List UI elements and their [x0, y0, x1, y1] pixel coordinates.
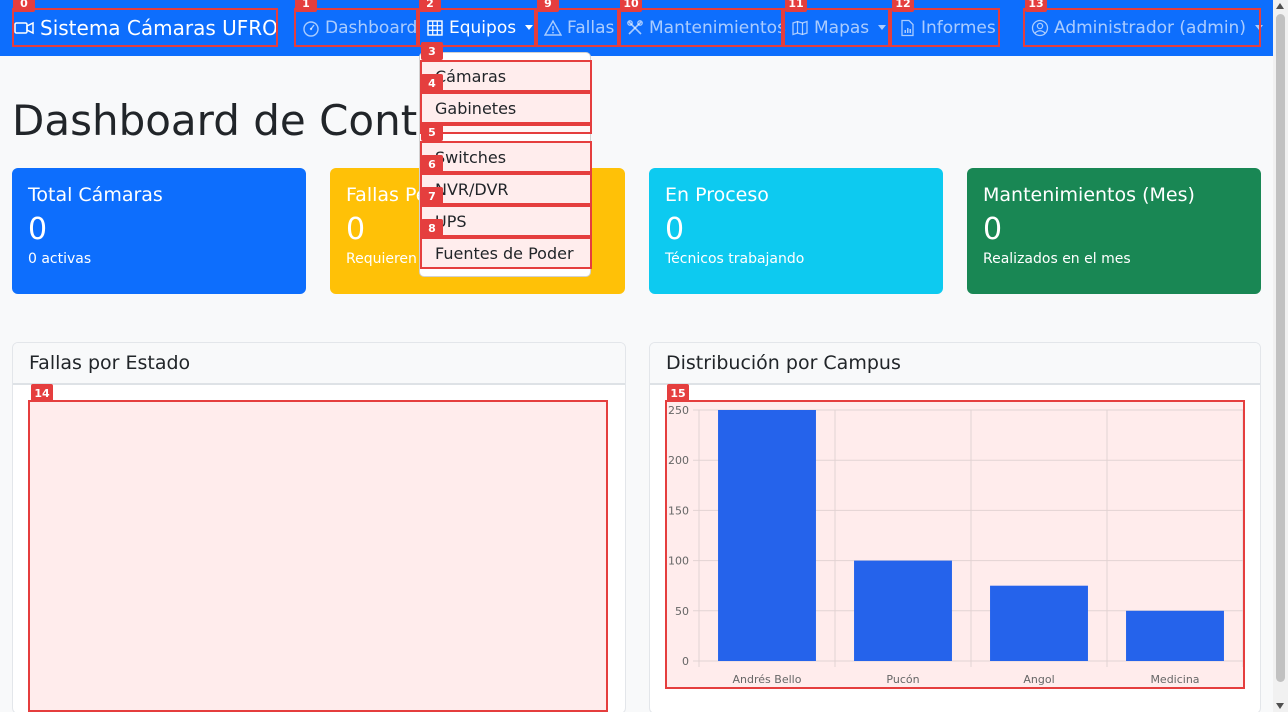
panel-title: Fallas por Estado	[13, 343, 625, 385]
user-menu[interactable]: Administrador (admin)	[1023, 8, 1263, 47]
nav-mantenimientos-label: Mantenimientos	[649, 17, 786, 38]
card-title: Mantenimientos (Mes)	[983, 184, 1195, 206]
fallas-estado-chart[interactable]	[28, 400, 608, 712]
dropdown-item-ups[interactable]: UPS	[420, 205, 592, 237]
card-value: 0	[983, 212, 1003, 247]
annotation-badge: 13	[1025, 0, 1047, 12]
dropdown-item-switches[interactable]: Switches	[420, 141, 592, 173]
x-tick-label: Medicina	[1150, 673, 1199, 686]
card-mantenimientos-mes: Mantenimientos (Mes) 0 Realizados en el …	[967, 168, 1261, 294]
page-scrollbar[interactable]	[1273, 0, 1288, 712]
x-tick-label: Andrés Bello	[733, 673, 802, 686]
campus-bar-chart[interactable]: 0 50 100 150 200 250 Andrés Bello Pucón Angol Med…	[665, 400, 1245, 689]
chevron-down-icon	[525, 25, 534, 30]
nav-dashboard-label: Dashboard	[325, 17, 418, 38]
nav-mapas[interactable]: Mapas	[783, 8, 890, 47]
nav-dashboard[interactable]: Dashboard	[294, 8, 418, 47]
warning-icon	[544, 19, 562, 37]
chevron-down-icon	[1254, 25, 1263, 30]
nav-mantenimientos[interactable]: Mantenimientos	[619, 8, 786, 47]
card-value: 0	[665, 212, 685, 247]
brand-link[interactable]: Sistema Cámaras UFRO	[12, 8, 278, 47]
card-en-proceso: En Proceso 0 Técnicos trabajando	[649, 168, 943, 294]
annotation-badge: 8	[421, 219, 443, 237]
bar-medicina	[1126, 610, 1224, 661]
page-title: Dashboard de Control	[12, 96, 471, 145]
video-camera-icon	[14, 18, 34, 38]
speedometer-icon	[302, 19, 320, 37]
bar-angol	[990, 585, 1088, 661]
chevron-down-icon	[878, 25, 887, 30]
brand-label: Sistema Cámaras UFRO	[40, 15, 278, 40]
annotation-badge: 10	[620, 0, 642, 12]
annotation-badge: 7	[421, 187, 443, 205]
nav-equipos-label: Equipos	[449, 17, 517, 38]
x-tick-label: Pucón	[886, 673, 919, 686]
dropdown-divider[interactable]	[420, 124, 592, 134]
campus-chart-svg: 0 50 100 150 200 250 Andrés Bello Pucón Angol Med…	[668, 404, 1244, 686]
annotation-badge: 0	[13, 0, 35, 12]
y-tick-label: 150	[668, 504, 689, 517]
annotation-badge: 12	[892, 0, 914, 12]
annotation-badge: 3	[421, 42, 443, 60]
scroll-down-icon[interactable]	[1276, 703, 1284, 709]
card-title: Total Cámaras	[28, 184, 163, 206]
scroll-thumb[interactable]	[1276, 14, 1285, 682]
dropdown-item-fuentes-de-poder[interactable]: Fuentes de Poder	[420, 237, 592, 269]
annotation-badge: 14	[31, 384, 53, 402]
y-tick-label: 250	[668, 404, 689, 417]
card-subtitle: Realizados en el mes	[983, 251, 1131, 267]
y-tick-label: 200	[668, 454, 689, 467]
y-tick-label: 0	[682, 655, 689, 668]
tools-icon	[626, 19, 644, 37]
card-total-camaras: Total Cámaras 0 0 activas	[12, 168, 306, 294]
annotation-badge: 4	[421, 74, 443, 92]
card-title: En Proceso	[665, 184, 769, 206]
user-menu-label: Administrador (admin)	[1054, 17, 1246, 38]
bar-andrés-bello	[718, 410, 816, 661]
annotation-badge: 15	[667, 384, 689, 402]
nav-mapas-label: Mapas	[814, 17, 870, 38]
nav-informes[interactable]: Informes	[890, 8, 1000, 47]
panel-title: Distribución por Campus	[650, 343, 1260, 385]
card-subtitle: 0 activas	[28, 251, 92, 267]
y-tick-label: 50	[675, 605, 689, 618]
annotation-badge: 2	[419, 0, 441, 12]
user-circle-icon	[1031, 19, 1049, 37]
nav-fallas-label: Fallas	[567, 17, 615, 38]
card-subtitle: Técnicos trabajando	[665, 251, 805, 267]
report-icon	[898, 19, 916, 37]
nav-fallas[interactable]: Fallas	[536, 8, 619, 47]
annotation-badge: 6	[421, 155, 443, 173]
dropdown-item-gabinetes[interactable]: Gabinetes	[420, 92, 592, 124]
bar-pucón	[854, 560, 952, 661]
dropdown-item-camaras[interactable]: Cámaras	[420, 60, 592, 92]
annotation-badge: 1	[295, 0, 317, 12]
annotation-badge: 5	[421, 123, 443, 141]
equipos-dropdown-menu: Cámaras Gabinetes Switches NVR/DVR UPS F…	[419, 52, 592, 277]
annotation-badge: 11	[785, 0, 807, 12]
map-icon	[791, 19, 809, 37]
card-value: 0	[28, 212, 48, 247]
dropdown-item-nvr-dvr[interactable]: NVR/DVR	[420, 173, 592, 205]
annotation-badge: 9	[537, 0, 559, 12]
grid-icon	[426, 19, 444, 37]
nav-informes-label: Informes	[921, 17, 996, 38]
x-tick-label: Angol	[1023, 673, 1054, 686]
scroll-up-icon[interactable]	[1276, 3, 1284, 9]
y-tick-label: 100	[668, 555, 689, 568]
